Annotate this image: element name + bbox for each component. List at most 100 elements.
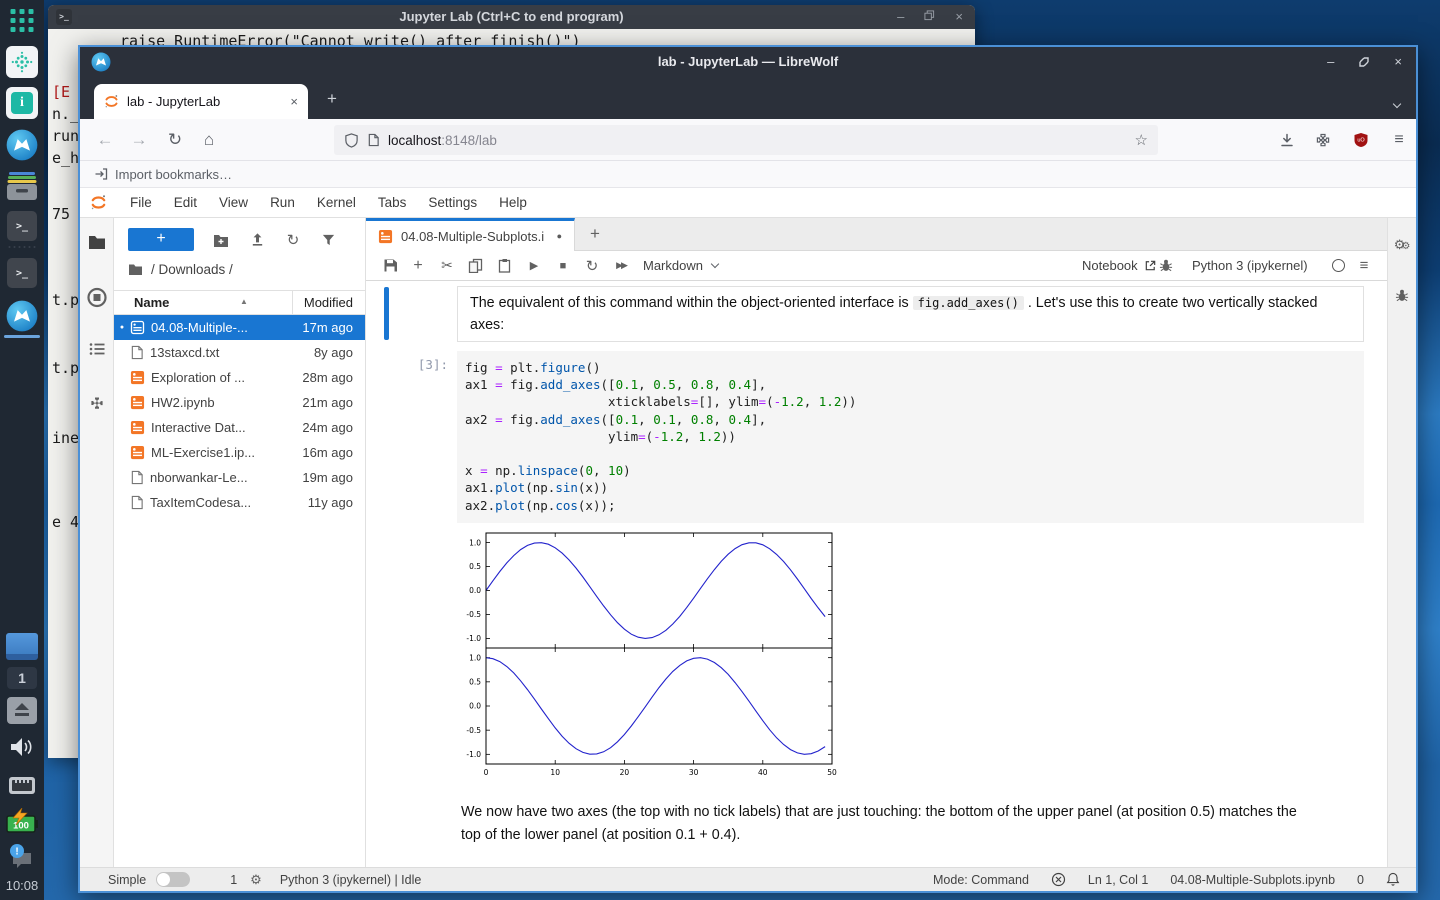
cut-cell-button[interactable]: ✂ [435,251,459,280]
terminal-titlebar[interactable]: >_ Jupyter Lab (Ctrl+C to end program) –… [48,5,975,29]
cursor-position[interactable]: Ln 1, Col 1 [1088,873,1148,887]
markdown-cell-rendered-2[interactable]: We now have two axes (the top with no ti… [461,801,1317,846]
property-inspector-gears-icon[interactable]: ⚙⚙ [1394,236,1411,254]
add-cell-button[interactable]: + [406,251,430,280]
notification-icon[interactable]: ! [8,843,36,869]
dots-app-icon[interactable] [6,46,38,78]
simple-mode-toggle[interactable] [156,872,190,887]
paste-cell-button[interactable] [492,251,516,280]
kernel-status-text[interactable]: Python 3 (ipykernel) | Idle [280,873,422,887]
new-tab-button[interactable]: + [320,87,344,111]
eject-icon[interactable] [7,697,37,724]
app-menu-icon[interactable]: ≡ [1384,119,1414,161]
mode-indicator[interactable]: Mode: Command [933,873,1029,887]
url-text[interactable]: localhost:8148/lab [388,133,1127,148]
code-cell-editor[interactable]: fig = plt.figure()ax1 = fig.add_axes([0.… [457,351,1364,523]
bookmarks-bar[interactable]: Import bookmarks… [80,161,1416,188]
sort-ascending-icon[interactable]: ▲ [240,297,248,306]
notebook-doc-tab[interactable]: 04.08-Multiple-Subplots.i ● [366,218,575,251]
menu-item-help[interactable]: Help [488,188,538,217]
circle-x-icon[interactable] [1051,872,1066,887]
file-row[interactable]: ●04.08-Multiple-...17m ago [114,315,365,340]
menu-item-tabs[interactable]: Tabs [367,188,418,217]
cell-type-dropdown[interactable]: Markdown [643,251,718,280]
restart-run-all-button[interactable]: ▶▶ [609,251,633,280]
browser-close-button[interactable]: × [1394,55,1402,69]
bookmark-star-icon[interactable]: ☆ [1135,131,1148,149]
workspace-number[interactable]: 1 [7,667,37,689]
refresh-file-list-button[interactable]: ↻ [281,228,305,251]
network-icon[interactable] [8,774,36,797]
debugger-tab-bug-icon[interactable] [1395,288,1409,303]
file-row[interactable]: 13staxcd.txt8y ago [114,340,365,365]
app-grid-icon[interactable] [10,8,35,33]
running-librewolf-icon[interactable] [6,300,38,332]
menu-item-view[interactable]: View [208,188,259,217]
back-button[interactable]: ← [90,119,120,161]
import-bookmarks-label[interactable]: Import bookmarks… [115,167,232,182]
active-cell-indicator[interactable] [384,287,389,340]
file-row[interactable]: Exploration of ...28m ago [114,365,365,390]
page-info-icon[interactable] [367,133,380,147]
info-app-icon[interactable]: i [6,87,38,119]
statusbar-filename[interactable]: 04.08-Multiple-Subplots.ipynb [1170,873,1335,887]
filter-files-button[interactable] [316,228,340,251]
file-browser-tab-icon[interactable] [88,234,106,250]
home-button[interactable]: ⌂ [194,119,224,161]
upload-button[interactable] [245,228,269,251]
notebook-view-switch[interactable]: Notebook [1082,251,1157,280]
new-launcher-button[interactable]: + [128,228,194,251]
taskbar-clock[interactable]: 10:08 [6,878,39,893]
restart-kernel-button[interactable]: ↻ [580,251,604,280]
file-row[interactable]: TaxItemCodesa...11y ago [114,490,365,515]
reload-button[interactable]: ↻ [160,119,190,161]
tab-close-icon[interactable]: × [290,94,298,109]
terminal-launcher-icon[interactable]: >_ [7,211,37,241]
url-bar[interactable]: localhost:8148/lab ☆ [334,125,1158,155]
file-row[interactable]: Interactive Dat...24m ago [114,415,365,440]
breadcrumb[interactable]: / Downloads / [128,262,233,277]
run-cell-button[interactable]: ▶ [522,251,546,280]
table-of-contents-tab-icon[interactable] [89,342,105,356]
extension-manager-tab-icon[interactable] [89,395,105,411]
browser-titlebar[interactable]: lab - JupyterLab — LibreWolf – × [80,47,1416,77]
shield-icon[interactable] [344,133,359,148]
menu-item-run[interactable]: Run [259,188,306,217]
terminal-minimize-button[interactable]: – [897,10,904,24]
tab-list-chevron-icon[interactable] [1394,94,1400,112]
terminal-restore-button[interactable] [924,10,935,24]
menu-item-kernel[interactable]: Kernel [306,188,367,217]
downloads-icon[interactable] [1272,119,1302,161]
file-row[interactable]: nborwankar-Le...19m ago [114,465,365,490]
ublock-origin-icon[interactable]: uO [1346,119,1376,161]
file-manager-icon[interactable] [6,171,38,201]
menu-item-settings[interactable]: Settings [417,188,488,217]
bell-icon[interactable] [1386,872,1400,887]
file-row[interactable]: HW2.ipynb21m ago [114,390,365,415]
file-row[interactable]: ML-Exercise1.ip...16m ago [114,440,365,465]
kernel-status-circle-icon[interactable] [1332,259,1345,272]
battery-icon[interactable]: 100 [6,808,38,834]
running-terminal-icon[interactable]: >_ [7,258,37,288]
extensions-puzzle-icon[interactable] [1308,119,1338,161]
menu-item-edit[interactable]: Edit [163,188,208,217]
running-kernels-tab-icon[interactable] [86,287,107,308]
markdown-cell-rendered[interactable]: The equivalent of this command within th… [457,286,1364,342]
new-folder-button[interactable] [209,228,233,251]
volume-icon[interactable] [10,736,34,758]
menu-item-file[interactable]: File [119,188,163,217]
file-list-header[interactable]: Name ▲ Modified [114,290,365,315]
notification-count[interactable]: 0 [1357,873,1364,887]
workspace-pager-icon[interactable] [6,633,38,660]
debugger-bug-icon[interactable] [1154,251,1178,280]
browser-tab[interactable]: lab - JupyterLab × [94,84,308,119]
copy-cell-button[interactable] [463,251,487,280]
kernel-sessions-icon[interactable]: ⚙ [250,872,262,888]
stop-kernel-button[interactable]: ■ [551,251,575,280]
browser-minimize-button[interactable]: – [1327,55,1334,69]
toolbar-overflow-icon[interactable]: ≡ [1352,251,1376,280]
new-doc-tab-button[interactable]: + [583,222,607,246]
save-button[interactable] [378,251,402,280]
browser-restore-button[interactable] [1358,56,1370,68]
forward-button[interactable]: → [124,119,154,161]
